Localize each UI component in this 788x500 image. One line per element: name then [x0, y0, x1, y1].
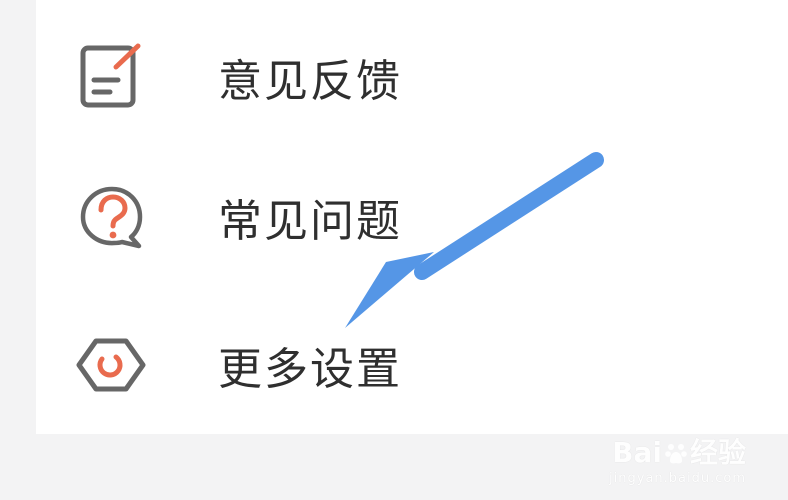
more-settings-icon: [76, 338, 146, 392]
menu-item-more-settings[interactable]: 更多设置: [36, 310, 788, 420]
watermark-brand: Bai: [612, 436, 662, 469]
watermark-url: jingyan.baidu.com: [609, 471, 746, 486]
menu-item-feedback[interactable]: 意见反馈: [36, 22, 788, 132]
watermark-suffix: 经验: [689, 436, 746, 469]
menu-item-faq[interactable]: 常见问题: [36, 162, 788, 272]
faq-icon: [80, 186, 143, 249]
menu-item-label: 意见反馈: [218, 56, 402, 107]
watermark-logo: Bai 经验: [609, 439, 746, 467]
menu-item-label: 常见问题: [218, 196, 402, 247]
menu-list: 意见反馈 常见问题 更多设置: [36, 0, 788, 434]
screenshot-stage: 意见反馈 常见问题 更多设置 Bai 经验 jingyan.baidu.com: [0, 0, 788, 500]
watermark: Bai 经验 jingyan.baidu.com: [609, 439, 746, 487]
menu-item-label: 更多设置: [218, 344, 402, 395]
paw-icon: [665, 444, 687, 464]
feedback-icon: [80, 43, 141, 108]
